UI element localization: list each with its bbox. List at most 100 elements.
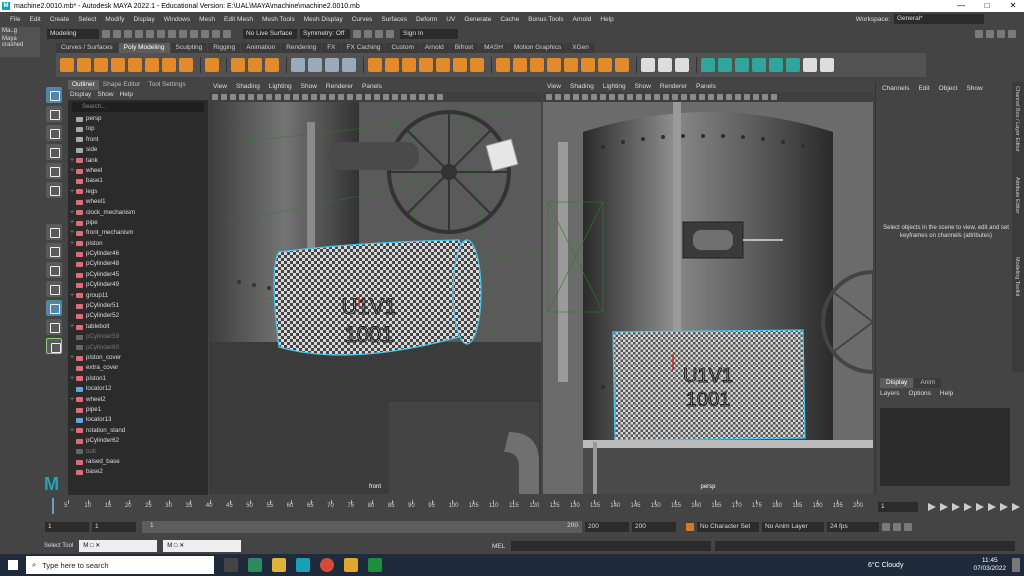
outliner-item[interactable]: pCylinder48	[68, 259, 208, 269]
layer-menu-options[interactable]: Options	[909, 390, 931, 397]
viewport-menu-renderer[interactable]: Renderer	[326, 82, 353, 92]
menu-edit-mesh[interactable]: Edit Mesh	[224, 16, 253, 23]
viewport-tool-icon[interactable]	[681, 94, 687, 100]
render-settings-icon[interactable]	[375, 30, 383, 38]
scale-tool-icon[interactable]	[46, 182, 62, 198]
channel-box-icon[interactable]	[1008, 30, 1016, 38]
viewport-tool-icon[interactable]	[654, 94, 660, 100]
outliner-item[interactable]: raised_base	[68, 457, 208, 467]
fill-hole-icon[interactable]	[547, 58, 561, 72]
viewport-menu-shading[interactable]: Shading	[570, 82, 594, 92]
channel-menu-show[interactable]: Show	[966, 85, 982, 92]
collapse-icon[interactable]	[581, 58, 595, 72]
viewport-tool-icon[interactable]	[564, 94, 570, 100]
viewport-tool-icon[interactable]	[600, 94, 606, 100]
menu-create[interactable]: Create	[50, 16, 70, 23]
side-by-side-layout-icon[interactable]	[46, 300, 62, 316]
outliner-item[interactable]: base2	[68, 467, 208, 477]
poly-disc-icon[interactable]	[162, 58, 176, 72]
move-tool-icon[interactable]	[46, 144, 62, 160]
pycharm-icon[interactable]	[368, 558, 382, 572]
outliner-item[interactable]: pipe1	[68, 405, 208, 415]
expand-icon[interactable]: +	[68, 218, 76, 228]
checker-icon[interactable]	[786, 58, 800, 72]
viewport-tool-icon[interactable]	[690, 94, 696, 100]
windows-start-icon[interactable]	[8, 560, 18, 570]
poly-cylinder-icon[interactable]	[94, 58, 108, 72]
outliner-item[interactable]: pCylinder51	[68, 301, 208, 311]
channel-menu-channels[interactable]: Channels	[882, 85, 909, 92]
viewport-tool-icon[interactable]	[428, 94, 434, 100]
slide-edge-icon[interactable]	[675, 58, 689, 72]
step-back-icon[interactable]	[952, 503, 960, 511]
viewport-tool-icon[interactable]	[555, 94, 561, 100]
reduce-icon[interactable]	[419, 58, 433, 72]
shelf-tab-rendering[interactable]: Rendering	[281, 43, 322, 53]
viewport-tool-icon[interactable]	[582, 94, 588, 100]
playback-end-field[interactable]: 200	[585, 522, 629, 532]
expand-icon[interactable]: +	[68, 395, 76, 405]
play-backwards-icon[interactable]	[964, 503, 972, 511]
snap-grid-icon[interactable]	[179, 30, 187, 38]
current-time-marker[interactable]	[52, 498, 54, 514]
undo-icon[interactable]	[124, 30, 132, 38]
menu-mesh-display[interactable]: Mesh Display	[304, 16, 343, 23]
viewport-tool-icon[interactable]	[302, 94, 308, 100]
character-set-dropdown[interactable]: No Character Set	[697, 522, 759, 532]
menu-cache[interactable]: Cache	[500, 16, 519, 23]
close-button[interactable]: ✕	[1002, 0, 1024, 12]
expand-icon[interactable]: +	[68, 291, 76, 301]
channel-menu-edit[interactable]: Edit	[918, 85, 929, 92]
viewport-tool-icon[interactable]	[239, 94, 245, 100]
planar-map-icon[interactable]	[718, 58, 732, 72]
poly-cone-icon[interactable]	[111, 58, 125, 72]
viewport-tool-icon[interactable]	[744, 94, 750, 100]
maximize-button[interactable]: □	[976, 0, 998, 12]
persp-outliner-icon[interactable]	[46, 281, 62, 297]
shelf-tab-animation[interactable]: Animation	[241, 43, 281, 53]
workspace-dropdown[interactable]: General*	[894, 14, 984, 24]
viewport-tool-icon[interactable]	[212, 94, 218, 100]
range-slider[interactable]: 1 200	[142, 521, 582, 533]
viewport-tool-icon[interactable]	[383, 94, 389, 100]
viewport-tool-icon[interactable]	[735, 94, 741, 100]
menu-arnold[interactable]: Arnold	[573, 16, 592, 23]
expand-icon[interactable]: +	[68, 208, 76, 218]
outliner-menu-display[interactable]: Display	[70, 90, 91, 100]
clock[interactable]: 11:45 07/03/2022	[973, 557, 1006, 573]
play-forwards-icon[interactable]	[976, 503, 984, 511]
shelf-tab-bifrost[interactable]: Bifrost	[449, 43, 479, 53]
poly-cube-icon[interactable]	[77, 58, 91, 72]
menu-bonus-tools[interactable]: Bonus Tools	[528, 16, 563, 23]
viewport-menu-view[interactable]: View	[213, 82, 227, 92]
cut-uv-icon[interactable]	[803, 58, 817, 72]
insert-edge-loop-icon[interactable]	[615, 58, 629, 72]
outliner-item[interactable]: + piston_cover	[68, 353, 208, 363]
menu-display[interactable]: Display	[133, 16, 154, 23]
viewport-tool-icon[interactable]	[546, 94, 552, 100]
automatic-map-icon[interactable]	[769, 58, 783, 72]
sweep-mesh-icon[interactable]	[231, 58, 245, 72]
minimized-window-1[interactable]: M □ ✕	[79, 540, 158, 552]
boolean-intersect-icon[interactable]	[470, 58, 484, 72]
viewport-menu-view[interactable]: View	[547, 82, 561, 92]
outliner-tab-tool-settings[interactable]: Tool Settings	[144, 80, 189, 90]
viewport-tool-icon[interactable]	[573, 94, 579, 100]
viewport-tool-icon[interactable]	[717, 94, 723, 100]
poly-plane-icon[interactable]	[145, 58, 159, 72]
expand-icon[interactable]: +	[68, 374, 76, 384]
layer-tab-anim[interactable]: Anim	[914, 378, 942, 388]
loop-icon[interactable]	[882, 523, 890, 531]
spherical-map-icon[interactable]	[752, 58, 766, 72]
outliner-item[interactable]: pCylinder49	[68, 280, 208, 290]
layer-tab-display[interactable]: Display	[880, 378, 914, 388]
merge-icon[interactable]	[564, 58, 578, 72]
menu-deform[interactable]: Deform	[416, 16, 437, 23]
viewport-tool-icon[interactable]	[401, 94, 407, 100]
snap-view-icon[interactable]	[212, 30, 220, 38]
outliner-item[interactable]: persp	[68, 114, 208, 124]
outliner-item[interactable]: pCylinder60	[68, 343, 208, 353]
expand-icon[interactable]: +	[68, 166, 76, 176]
outliner-search-input[interactable]: Search...	[72, 102, 204, 112]
viewport-tool-icon[interactable]	[708, 94, 714, 100]
